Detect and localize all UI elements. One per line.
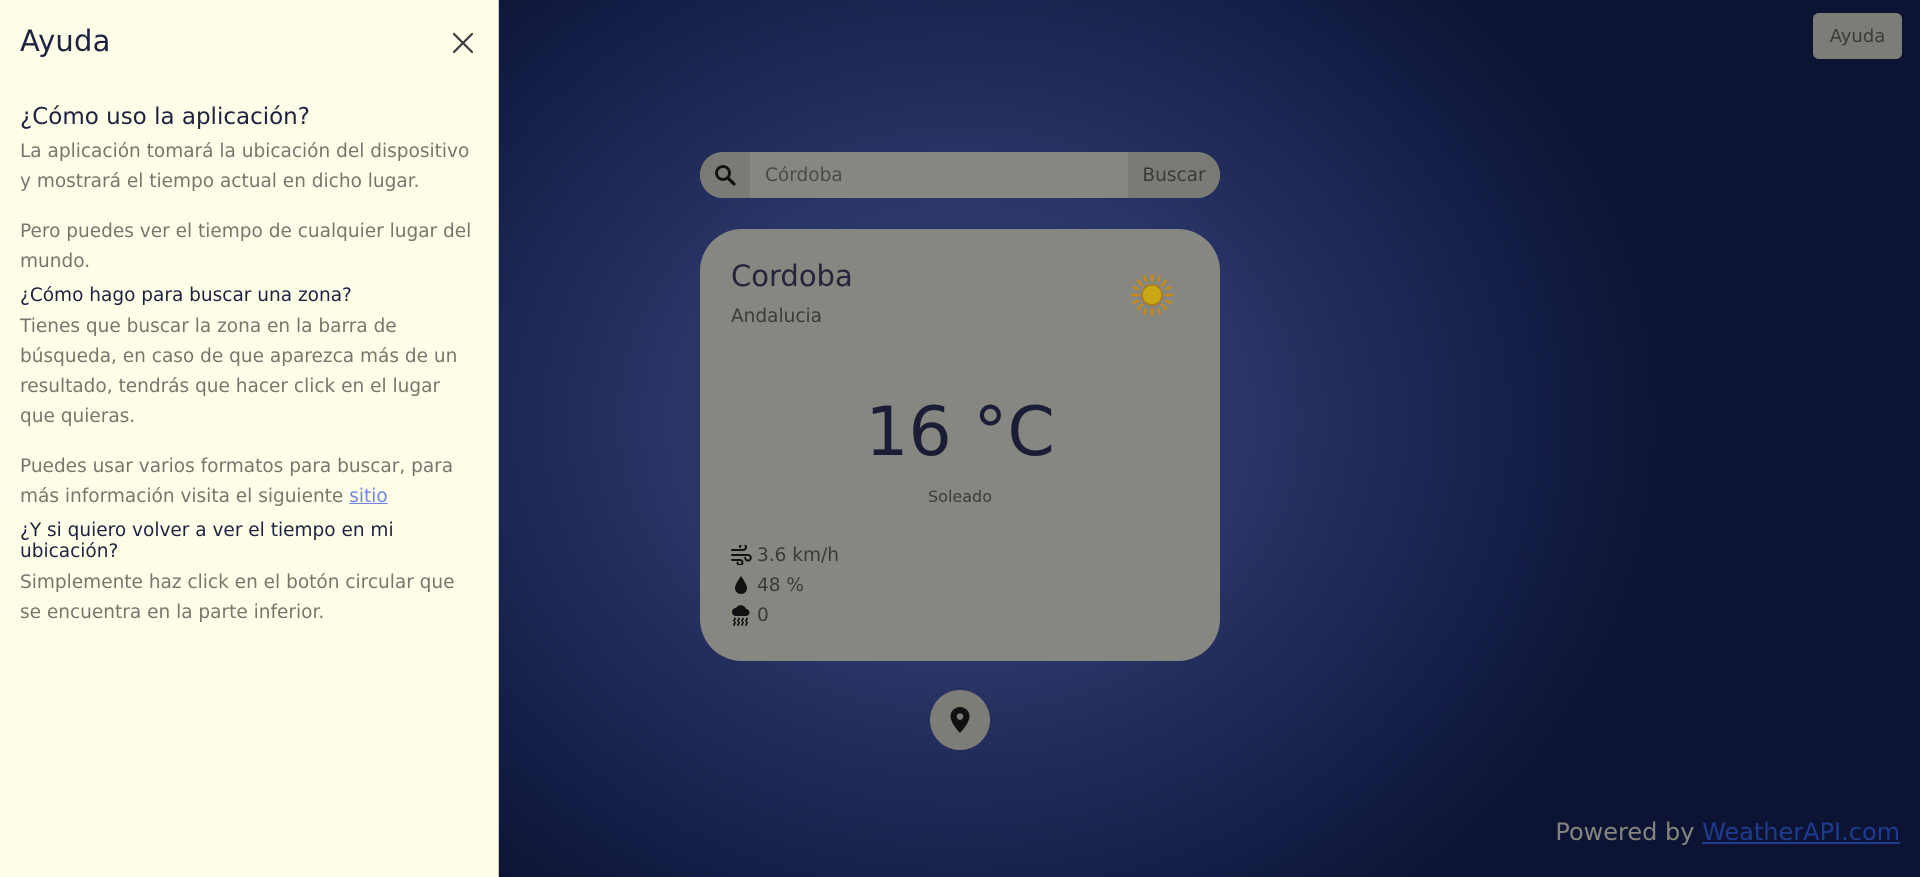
wind-speed: 3.6 km/h	[757, 544, 839, 566]
search-button[interactable]: Buscar	[1128, 152, 1220, 198]
close-icon	[452, 32, 474, 54]
help-paragraph-text: Puedes usar varios formatos para buscar,…	[20, 456, 454, 507]
powered-by-text: Powered by	[1555, 818, 1703, 846]
cloud-rain-icon	[732, 605, 750, 626]
search-icon	[715, 165, 736, 186]
droplet-icon	[735, 576, 747, 594]
condition-text: Soleado	[928, 487, 992, 506]
map-pin-icon	[950, 707, 970, 733]
search-bar: Buscar	[700, 152, 1220, 198]
humidity-value: 48 %	[757, 574, 804, 596]
close-button[interactable]	[448, 28, 478, 58]
search-input[interactable]	[750, 152, 1128, 198]
help-panel-header: Ayuda	[20, 0, 478, 84]
help-paragraph-formats: Puedes usar varios formatos para buscar,…	[20, 452, 478, 512]
help-paragraph: La aplicación tomará la ubicación del di…	[20, 141, 470, 192]
search-icon-container	[700, 152, 750, 198]
help-heading-search: ¿Cómo hago para buscar una zona?	[20, 285, 352, 306]
help-paragraph: Tienes que buscar la zona en la barra de…	[20, 316, 458, 427]
wind-icon	[731, 545, 752, 565]
region-name: Andalucia	[731, 306, 822, 327]
help-button[interactable]: Ayuda	[1813, 13, 1902, 59]
wind-stat: 3.6 km/h	[730, 540, 839, 570]
weather-app: Ayuda ¿Cómo uso la aplicación? La aplica…	[0, 0, 1920, 877]
help-section-search: ¿Cómo hago para buscar una zona? Tienes …	[20, 285, 478, 512]
my-location-button[interactable]	[930, 690, 990, 750]
help-section-location: ¿Y si quiero volver a ver el tiempo en m…	[20, 520, 478, 628]
help-paragraph: Simplemente haz click en el botón circul…	[20, 572, 455, 623]
help-panel-title: Ayuda	[20, 24, 111, 58]
help-site-link[interactable]: sitio	[349, 486, 388, 507]
precipitation-value: 0	[757, 604, 769, 626]
precipitation-stat: 0	[730, 600, 839, 630]
help-section-usage: ¿Cómo uso la aplicación? La aplicación t…	[20, 104, 478, 277]
weather-stats: 3.6 km/h 48 % 0	[730, 540, 839, 630]
weatherapi-link[interactable]: WeatherAPI.com	[1702, 818, 1900, 846]
humidity-stat: 48 %	[730, 570, 839, 600]
help-panel: Ayuda ¿Cómo uso la aplicación? La aplica…	[0, 0, 499, 877]
help-heading-location: ¿Y si quiero volver a ver el tiempo en m…	[20, 520, 394, 562]
sun-icon	[1130, 273, 1174, 317]
help-heading-usage: ¿Cómo uso la aplicación?	[20, 104, 310, 130]
weather-card: Cordoba Andalucia 16 °C Soleado 3.6 km/h…	[700, 229, 1220, 661]
city-name: Cordoba	[731, 259, 853, 293]
temperature: 16 °C	[865, 393, 1055, 472]
powered-by: Powered by WeatherAPI.com	[1555, 818, 1900, 846]
help-paragraph: Pero puedes ver el tiempo de cualquier l…	[20, 221, 472, 272]
